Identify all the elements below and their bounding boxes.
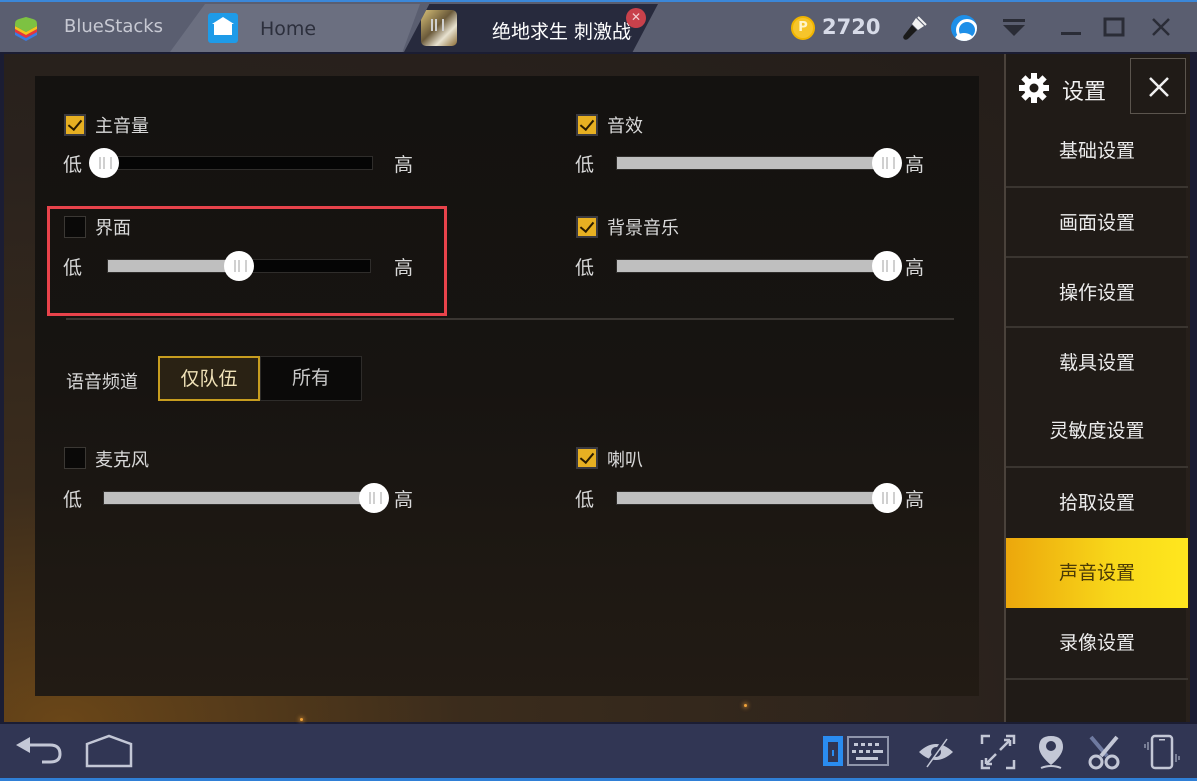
account-icon[interactable]	[948, 12, 980, 44]
title-bar: BlueStacks Home 绝地求生 刺激战场 ✕ P 2720	[0, 0, 1197, 52]
microphone-checkbox[interactable]	[64, 447, 86, 469]
speaker-checkbox[interactable]	[576, 447, 598, 469]
fullscreen-icon[interactable]	[980, 734, 1016, 770]
master-volume-checkbox[interactable]	[64, 114, 86, 136]
settings-sidebar: 设置 基础设置 画面设置 操作设置 载具设置 灵敏度设置 拾取设置 声音设置 录…	[1004, 54, 1188, 722]
low-label: 低	[63, 154, 83, 176]
tab-home[interactable]: Home	[170, 4, 420, 52]
slider-fill	[104, 492, 374, 504]
menu-dropdown-icon[interactable]	[998, 12, 1030, 44]
slider-thumb[interactable]	[359, 483, 389, 513]
tab-close-button[interactable]: ✕	[626, 8, 646, 28]
master-volume-label: 主音量	[95, 116, 149, 137]
sidebar-item-vehicle[interactable]: 载具设置	[1006, 326, 1188, 396]
microphone-slider[interactable]	[103, 483, 389, 513]
high-label: 高	[905, 154, 925, 176]
microphone-label: 麦克风	[95, 450, 149, 471]
home-icon[interactable]	[84, 734, 134, 770]
keyboard-mapping-icon[interactable]	[822, 734, 892, 770]
close-icon	[1149, 77, 1169, 97]
slider-thumb[interactable]	[872, 251, 902, 281]
slider-thumb[interactable]	[872, 483, 902, 513]
effects-checkbox[interactable]	[576, 114, 598, 136]
master-volume-slider[interactable]	[89, 148, 373, 178]
slider-thumb[interactable]	[872, 148, 902, 178]
effects-slider[interactable]	[616, 148, 902, 178]
minimize-icon[interactable]	[1055, 12, 1087, 44]
sidebar-item-replay[interactable]: 录像设置	[1006, 608, 1188, 678]
home-icon	[208, 13, 238, 43]
gear-icon	[1019, 73, 1049, 103]
settings-title: 设置	[1062, 80, 1107, 105]
brush-icon[interactable]	[898, 12, 930, 44]
bgm-checkbox[interactable]	[576, 216, 598, 238]
sidebar-item-basic[interactable]: 基础设置	[1006, 116, 1188, 186]
tab-game-label: 绝地求生 刺激战场	[492, 21, 632, 43]
emulator-screen: 主音量 低 高 音效 低 高 界面 低 高 背景音乐 低 高 语音频道 仅队伍 …	[0, 52, 1197, 758]
sidebar-item-sensitivity[interactable]: 灵敏度设置	[1006, 396, 1188, 466]
highlight-box	[47, 206, 447, 316]
coin-count[interactable]: 2720	[822, 15, 880, 39]
eye-hidden-icon[interactable]	[916, 734, 956, 770]
slider-fill	[617, 260, 887, 272]
maximize-icon[interactable]	[1098, 12, 1130, 44]
section-divider	[66, 318, 954, 320]
speaker-label: 喇叭	[607, 450, 643, 471]
low-label: 低	[575, 154, 595, 176]
high-label: 高	[905, 257, 925, 279]
low-label: 低	[575, 489, 595, 511]
back-icon[interactable]	[12, 734, 64, 770]
game-thumbnail	[421, 10, 457, 46]
slider-fill	[617, 492, 887, 504]
device-shake-icon[interactable]	[1142, 734, 1182, 770]
sidebar-item-sound[interactable]: 声音设置	[1006, 538, 1188, 608]
bluestacks-tab[interactable]: BlueStacks	[0, 4, 190, 52]
tab-home-label: Home	[260, 18, 317, 40]
sidebar-empty-slot	[1006, 678, 1188, 722]
settings-header: 设置	[1006, 54, 1188, 124]
voice-channel-team-option[interactable]: 仅队伍	[158, 356, 260, 401]
scissors-icon[interactable]	[1087, 734, 1121, 770]
app-name: BlueStacks	[64, 16, 164, 37]
speaker-slider[interactable]	[616, 483, 902, 513]
close-icon[interactable]	[1145, 12, 1177, 44]
high-label: 高	[905, 489, 925, 511]
effects-label: 音效	[607, 116, 643, 137]
sidebar-item-controls[interactable]: 操作设置	[1006, 256, 1188, 326]
bgm-label: 背景音乐	[607, 218, 679, 239]
voice-channel-all-option[interactable]: 所有	[260, 356, 362, 401]
bottom-toolbar	[0, 724, 1197, 781]
low-label: 低	[63, 489, 83, 511]
high-label: 高	[394, 154, 414, 176]
bgm-slider[interactable]	[616, 251, 902, 281]
settings-close-button[interactable]	[1130, 58, 1186, 114]
location-icon[interactable]	[1036, 734, 1066, 770]
slider-fill	[617, 157, 887, 169]
low-label: 低	[575, 257, 595, 279]
voice-channel-label: 语音频道	[66, 372, 138, 393]
sidebar-item-pickup[interactable]: 拾取设置	[1006, 466, 1188, 536]
coin-icon: P	[791, 16, 815, 40]
sidebar-item-graphics[interactable]: 画面设置	[1006, 186, 1188, 256]
slider-thumb[interactable]	[89, 148, 119, 178]
bluestacks-logo-icon	[15, 17, 37, 41]
high-label: 高	[394, 489, 414, 511]
tab-game[interactable]: 绝地求生 刺激战场	[404, 4, 658, 52]
